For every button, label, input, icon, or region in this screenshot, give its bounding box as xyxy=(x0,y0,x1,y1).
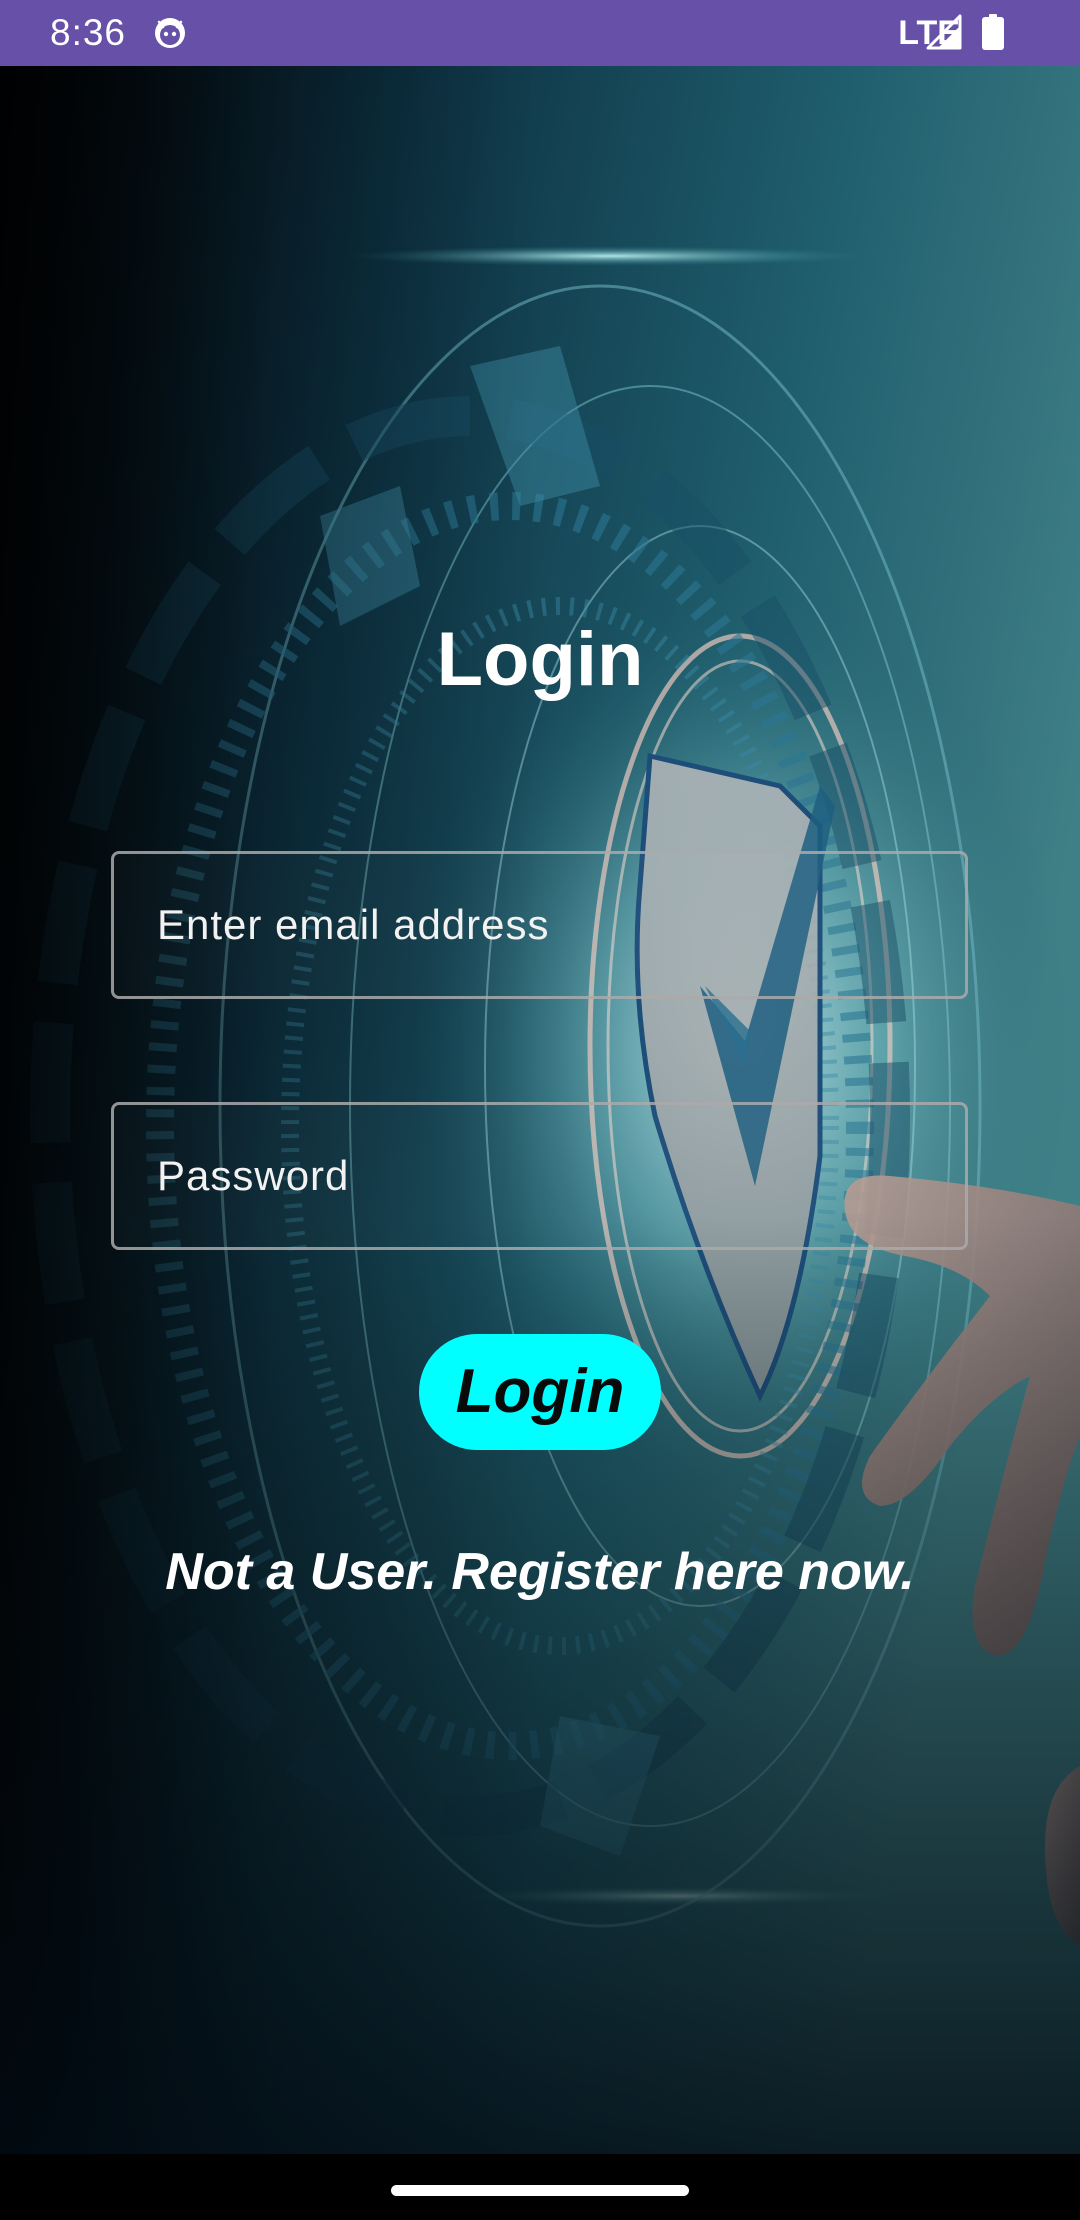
register-link[interactable]: Not a User. Register here now. xyxy=(0,1540,1080,1604)
navigation-bar xyxy=(0,2154,1080,2220)
home-handle-icon[interactable] xyxy=(391,2185,689,2196)
cell-signal-icon xyxy=(926,14,962,50)
battery-icon xyxy=(982,14,1004,50)
login-button[interactable]: Login xyxy=(419,1334,661,1450)
login-screen: 8:36 LTE Login Enter email address Login… xyxy=(0,0,1080,2220)
email-field[interactable] xyxy=(114,854,965,996)
page-title: Login xyxy=(436,617,644,702)
password-field[interactable] xyxy=(114,1105,965,1247)
status-time: 8:36 xyxy=(50,12,127,53)
android-debug-icon xyxy=(155,18,185,48)
status-bar: 8:36 LTE xyxy=(0,0,1080,66)
password-field-container[interactable] xyxy=(111,1102,968,1250)
email-field-container[interactable] xyxy=(111,851,968,999)
